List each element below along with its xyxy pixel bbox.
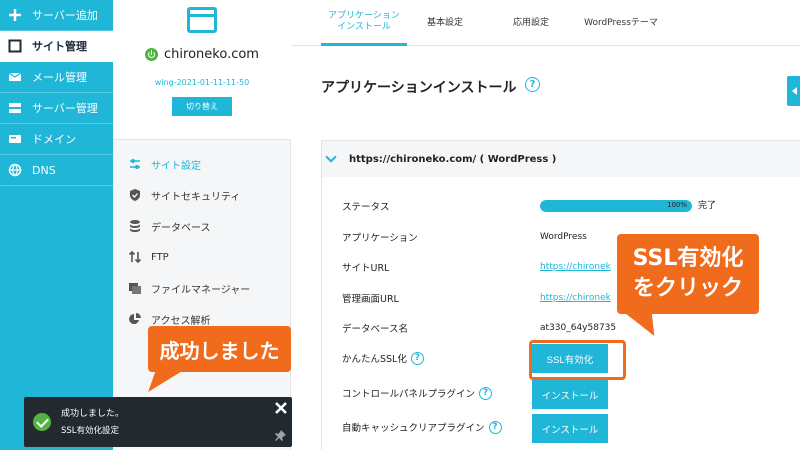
transfer-icon <box>128 250 142 264</box>
sliders-icon <box>128 157 142 171</box>
ssl-callout: SSL有効化 をクリック <box>617 234 759 314</box>
menu-item-database[interactable]: データベース <box>113 211 291 241</box>
toast-message: SSL有効化設定 <box>61 426 120 436</box>
help-icon[interactable]: ? <box>479 386 493 400</box>
site-panel: chironeko.com wing-2021-01-11-11-50 切り替え… <box>113 0 291 450</box>
browser-window-icon <box>187 7 217 33</box>
tab-advanced-settings[interactable]: 応用設定 <box>501 0 561 46</box>
tab-label: 基本設定 <box>426 17 463 28</box>
chevron-down-icon <box>325 151 337 163</box>
help-icon[interactable]: ? <box>525 77 540 92</box>
success-toast: 成功しました。 SSL有効化設定 <box>24 397 292 447</box>
nav-item-label: DNS <box>32 163 56 177</box>
cp-plugin-row-label: コントロールパネルプラグイン ? <box>342 381 493 405</box>
mail-icon <box>8 70 22 84</box>
cache-plugin-row-label: 自動キャッシュクリアプラグイン ? <box>342 415 502 439</box>
tab-label: インストール <box>337 21 391 32</box>
status-value: 完了 <box>698 201 717 211</box>
ssl-row-label: かんたんSSL化 ? <box>342 346 424 370</box>
menu-item-label: データベース <box>151 222 211 234</box>
window-icon <box>8 39 22 53</box>
status-progress-bar: 100% <box>540 200 692 212</box>
nav-item-add-server[interactable]: サーバー追加 <box>0 0 113 31</box>
site-domain: chironeko.com <box>113 47 291 62</box>
collapse-button[interactable] <box>787 76 800 106</box>
help-icon[interactable]: ? <box>488 420 502 434</box>
nav-item-domain[interactable]: ドメイン <box>0 124 113 155</box>
switch-button[interactable]: 切り替え <box>172 97 232 116</box>
tab-label: 応用設定 <box>512 17 549 28</box>
ssl-callout-line1: SSL有効化 <box>632 246 744 271</box>
ssl-callout-line2: をクリック <box>632 276 743 301</box>
power-icon <box>145 48 159 61</box>
application-label: アプリケーション <box>342 233 418 244</box>
menu-item-label: サイトセキュリティ <box>151 191 241 203</box>
menu-item-label: アクセス解析 <box>151 315 211 327</box>
site-url-link[interactable]: https://chironek <box>540 255 611 279</box>
site-domain-text: chironeko.com <box>164 47 259 62</box>
progress-text: 100% <box>666 201 687 209</box>
menu-item-site-settings[interactable]: サイト設定 <box>113 149 291 179</box>
site-url-label: サイトURL <box>342 263 390 274</box>
admin-url-link[interactable]: https://chironek <box>540 286 611 310</box>
menu-item-label: FTP <box>151 251 169 263</box>
ssl-label-text: かんたんSSL化 <box>342 354 407 365</box>
toast-title: 成功しました。 <box>61 409 125 419</box>
app-card-header[interactable]: https://chironeko.com/ ( WordPress ) <box>322 141 800 177</box>
app-card-title: https://chironeko.com/ ( WordPress ) <box>349 153 557 165</box>
nav-item-label: サイト管理 <box>32 40 87 53</box>
folder-icon <box>128 281 142 295</box>
nav-item-server-management[interactable]: サーバー管理 <box>0 93 113 124</box>
globe-icon <box>8 163 22 177</box>
status-label: ステータス <box>342 202 390 213</box>
check-circle-icon <box>33 413 51 431</box>
db-name-label: データベース名 <box>342 324 409 335</box>
help-icon[interactable]: ? <box>410 351 424 365</box>
menu-item-label: ファイルマネージャー <box>151 284 251 296</box>
tab-bar: アプリケーション インストール 基本設定 応用設定 WordPressテーマ <box>291 0 800 46</box>
tab-label: WordPressテーマ <box>584 17 658 28</box>
nav-item-label: サーバー管理 <box>32 102 98 115</box>
tab-label: アプリケーション <box>328 10 400 21</box>
install-cache-plugin-button[interactable]: インストール <box>532 414 608 443</box>
close-icon[interactable] <box>274 400 288 414</box>
cp-plugin-label-text: コントロールパネルプラグイン <box>342 389 476 400</box>
nav-item-dns[interactable]: DNS <box>0 155 113 186</box>
highlight-box <box>529 340 626 380</box>
tab-app-install[interactable]: アプリケーション インストール <box>321 0 407 46</box>
success-callout: 成功しました <box>148 326 291 372</box>
cache-plugin-label-text: 自動キャッシュクリアプラグイン <box>342 423 485 434</box>
tab-basic-settings[interactable]: 基本設定 <box>415 0 475 46</box>
tab-wordpress-themes[interactable]: WordPressテーマ <box>573 0 669 46</box>
plus-icon <box>8 8 22 22</box>
menu-item-file-manager[interactable]: ファイルマネージャー <box>113 273 291 303</box>
install-cp-plugin-button[interactable]: インストール <box>532 380 608 409</box>
application-value: WordPress <box>540 232 587 242</box>
site-server-name: wing-2021-01-11-11-50 <box>154 78 250 87</box>
main-content: アプリケーション インストール 基本設定 応用設定 WordPressテーマ ア… <box>291 0 800 450</box>
domain-icon <box>8 132 22 146</box>
database-icon <box>128 219 142 233</box>
nav-item-mail-management[interactable]: メール管理 <box>0 62 113 93</box>
site-header: chironeko.com wing-2021-01-11-11-50 切り替え <box>113 0 291 140</box>
admin-url-label: 管理画面URL <box>342 294 399 305</box>
main-navigation: サーバー追加 サイト管理 メール管理 サーバー管理 ドメイン DNS <box>0 0 113 450</box>
db-name-value: at330_64y58735 <box>540 323 617 333</box>
nav-item-site-management[interactable]: サイト管理 <box>0 31 113 62</box>
nav-item-label: ドメイン <box>32 133 76 146</box>
pie-chart-icon <box>128 312 142 326</box>
nav-item-label: サーバー追加 <box>32 9 98 22</box>
server-icon <box>8 101 22 115</box>
page-title: アプリケーションインストール <box>321 80 517 96</box>
shield-icon <box>128 188 142 202</box>
menu-item-ftp[interactable]: FTP <box>113 242 291 272</box>
pin-icon[interactable] <box>274 427 287 441</box>
nav-item-label: メール管理 <box>32 71 87 84</box>
menu-item-site-security[interactable]: サイトセキュリティ <box>113 180 291 210</box>
menu-item-label: サイト設定 <box>151 160 201 172</box>
